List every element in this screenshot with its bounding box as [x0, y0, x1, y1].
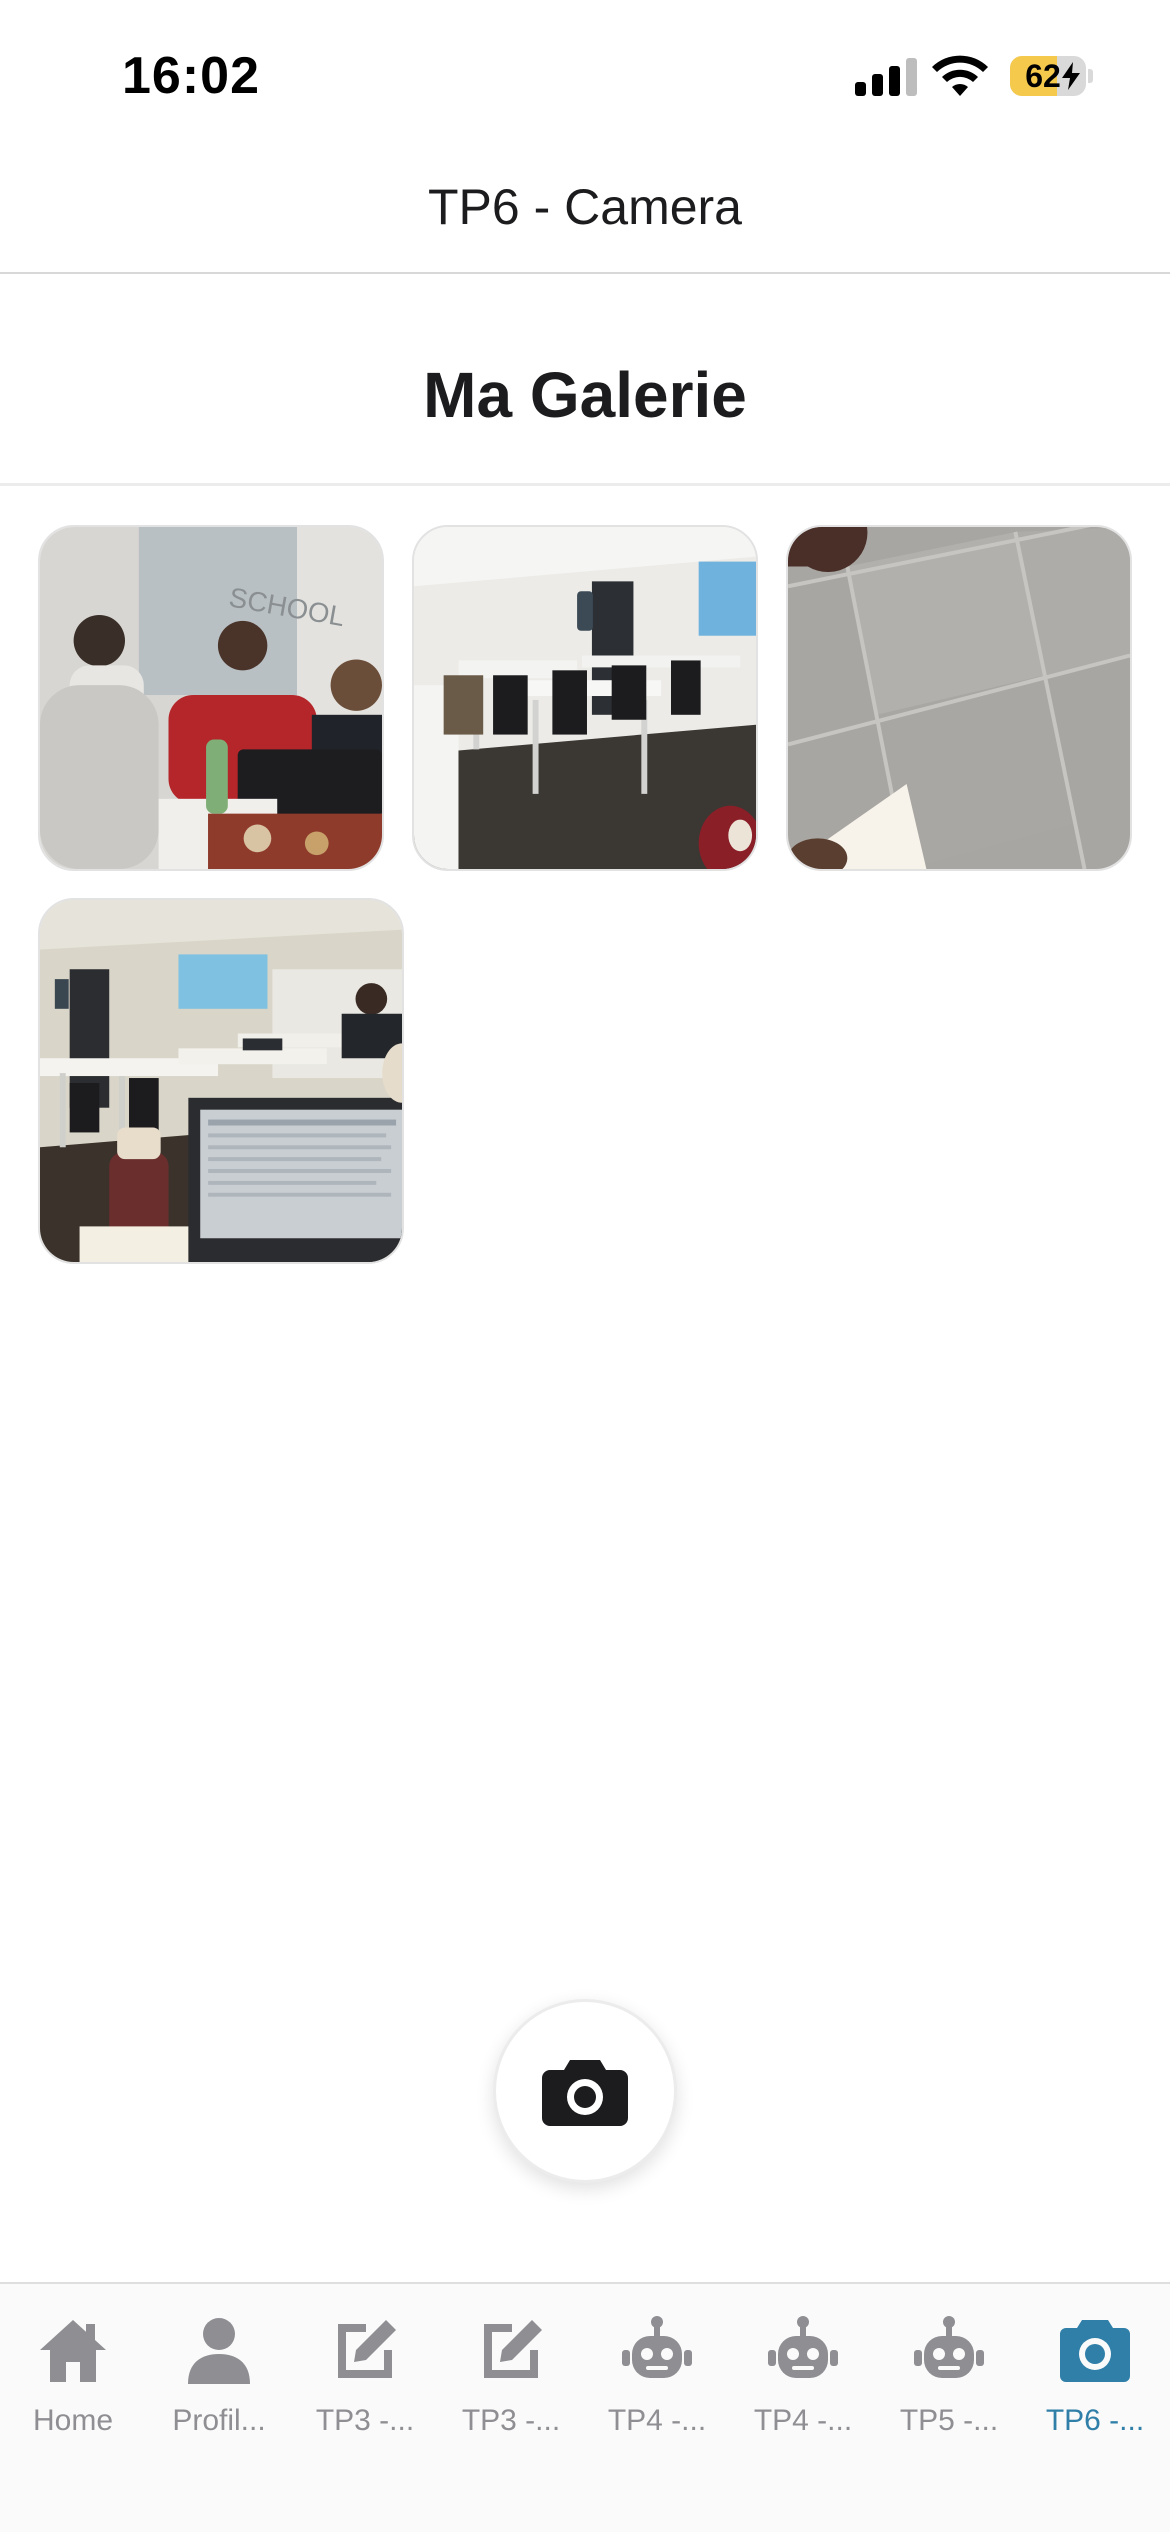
- navigation-header: TP6 - Camera: [0, 140, 1170, 274]
- tab-tp4-a[interactable]: TP4 -...: [584, 2304, 730, 2454]
- tab-label: Profil...: [172, 2404, 266, 2437]
- tab-tp3-a[interactable]: TP3 -...: [292, 2304, 438, 2454]
- gallery-photo[interactable]: [786, 525, 1132, 871]
- edit-icon: [338, 2320, 396, 2378]
- edit-icon: [484, 2320, 542, 2378]
- robot-icon: [622, 2316, 692, 2378]
- tab-label: TP3 -...: [315, 2404, 415, 2437]
- tab-tp5[interactable]: TP5 -...: [876, 2304, 1022, 2454]
- tab-tp3-b[interactable]: TP3 -...: [438, 2304, 584, 2454]
- camera-icon: [1060, 2320, 1130, 2382]
- tab-label: TP3 -...: [461, 2404, 561, 2437]
- tab-tp6[interactable]: TP6 -...: [1022, 2304, 1168, 2454]
- wifi-icon: [932, 55, 988, 96]
- tab-label: Home: [32, 2404, 114, 2437]
- home-icon: [40, 2320, 106, 2382]
- battery-indicator: 62: [1010, 56, 1093, 96]
- tab-tp4-b[interactable]: TP4 -...: [730, 2304, 876, 2454]
- person-icon: [188, 2318, 250, 2384]
- camera-icon: [542, 2060, 628, 2126]
- take-photo-button[interactable]: [493, 1999, 677, 2183]
- robot-icon: [768, 2316, 838, 2378]
- tab-profile[interactable]: Profil...: [146, 2304, 292, 2454]
- tab-bar: Home Profil... TP3 -... TP3 -... TP4 -..…: [0, 2282, 1170, 2532]
- tab-label: TP6 -...: [1045, 2404, 1145, 2437]
- cellular-signal-icon: [855, 58, 917, 96]
- status-time: 16:02: [122, 47, 260, 105]
- tab-label: TP5 -...: [899, 2404, 999, 2437]
- gallery-header: Ma Galerie: [0, 276, 1170, 486]
- tab-home[interactable]: Home: [0, 2304, 146, 2454]
- gallery-photo[interactable]: [38, 898, 404, 1264]
- gallery-title: Ma Galerie: [423, 359, 747, 431]
- gallery-photo[interactable]: [412, 525, 758, 871]
- robot-icon: [914, 2316, 984, 2378]
- status-bar: 16:02 62: [0, 0, 1170, 140]
- tab-label: TP4 -...: [607, 2404, 707, 2437]
- tab-label: TP4 -...: [753, 2404, 853, 2437]
- charging-bolt-icon: [1062, 62, 1080, 90]
- gallery-photo[interactable]: SCHOOL: [38, 525, 384, 871]
- page-title: TP6 - Camera: [428, 179, 742, 235]
